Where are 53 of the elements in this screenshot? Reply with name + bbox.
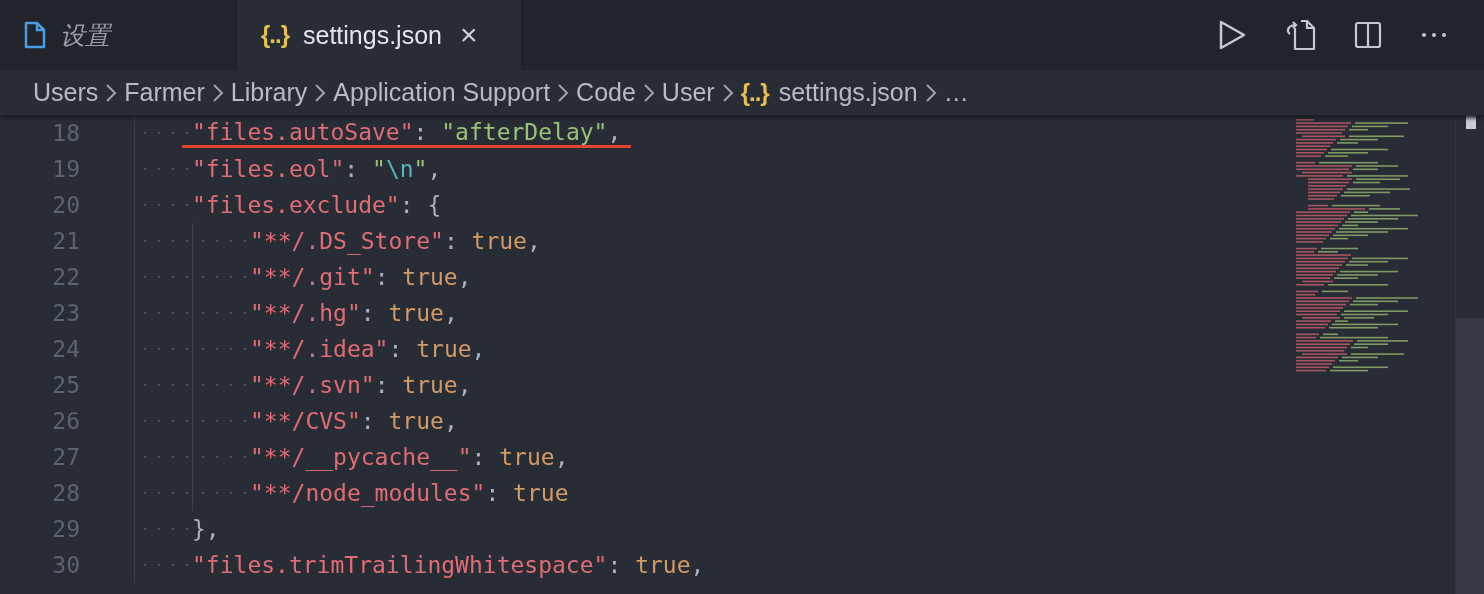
code-line: "files.trimTrailingWhitespace": true, [192, 552, 705, 578]
code-line: "**/__pycache__": true, [250, 444, 569, 470]
line-number: 28 [51, 480, 80, 506]
run-icon[interactable] [1218, 20, 1246, 50]
breadcrumb-item[interactable]: Code [576, 78, 636, 107]
breadcrumb-item[interactable]: Application Support [333, 78, 551, 107]
line-number: 22 [51, 264, 80, 290]
code-line: "**/.DS_Store": true, [250, 228, 541, 254]
line-number: 20 [51, 192, 80, 218]
chevron-icon [556, 81, 571, 104]
line-number: 18 [51, 120, 80, 146]
code-line: "**/.hg": true, [250, 300, 458, 326]
line-number: 19 [51, 156, 80, 182]
chevron-icon [720, 81, 735, 104]
line-number: 29 [51, 516, 80, 542]
code-line: "**/CVS": true, [250, 408, 458, 434]
line-number: 25 [51, 372, 80, 398]
code-line: "**/.svn": true, [250, 372, 472, 398]
chevron-icon [313, 81, 328, 104]
line-number: 21 [51, 228, 80, 254]
code-line: }, [192, 516, 220, 542]
breadcrumb-item[interactable]: Library [230, 78, 308, 107]
chevron-icon [923, 81, 938, 104]
code-line: "**/node_modules": true [250, 480, 569, 506]
breadcrumb-label[interactable]: settings.json [778, 78, 918, 107]
breadcrumb-item[interactable]: User [661, 78, 715, 107]
chevron-icon [210, 81, 225, 104]
breadcrumb-item[interactable]: Farmer [124, 78, 205, 107]
chevron-icon [104, 81, 119, 104]
line-number: 23 [51, 300, 80, 326]
cursor-marker [1466, 115, 1477, 129]
editor-tab[interactable]: {..} settings.json × [237, 0, 522, 70]
split-editor-icon[interactable] [1354, 21, 1382, 49]
code-line: "files.exclude": { [192, 192, 442, 218]
line-number: 24 [51, 336, 80, 362]
json-icon: {..} [261, 21, 289, 49]
line-number: 30 [51, 552, 80, 578]
file-icon [24, 21, 46, 49]
line-number: 27 [51, 444, 80, 470]
code-line: "**/.idea": true, [250, 336, 486, 362]
more-icon[interactable] [1420, 31, 1448, 39]
underlined-code-line: "files.autoSave": "afterDelay", [182, 118, 632, 148]
code-line: "**/.git": true, [250, 264, 472, 290]
code-line: "files.eol": "\n", [192, 156, 442, 182]
breadcrumb-item[interactable]: … [943, 78, 969, 107]
file-arrow-icon[interactable] [1284, 19, 1316, 51]
breadcrumb-item[interactable]: Users [33, 78, 99, 107]
json-icon: {..} [740, 78, 769, 107]
scrollbar[interactable] [1455, 115, 1484, 594]
chevron-icon [641, 81, 656, 104]
line-number: 26 [51, 408, 80, 434]
close-icon[interactable]: × [460, 18, 478, 52]
minimap-drawing[interactable] [1296, 119, 1418, 372]
